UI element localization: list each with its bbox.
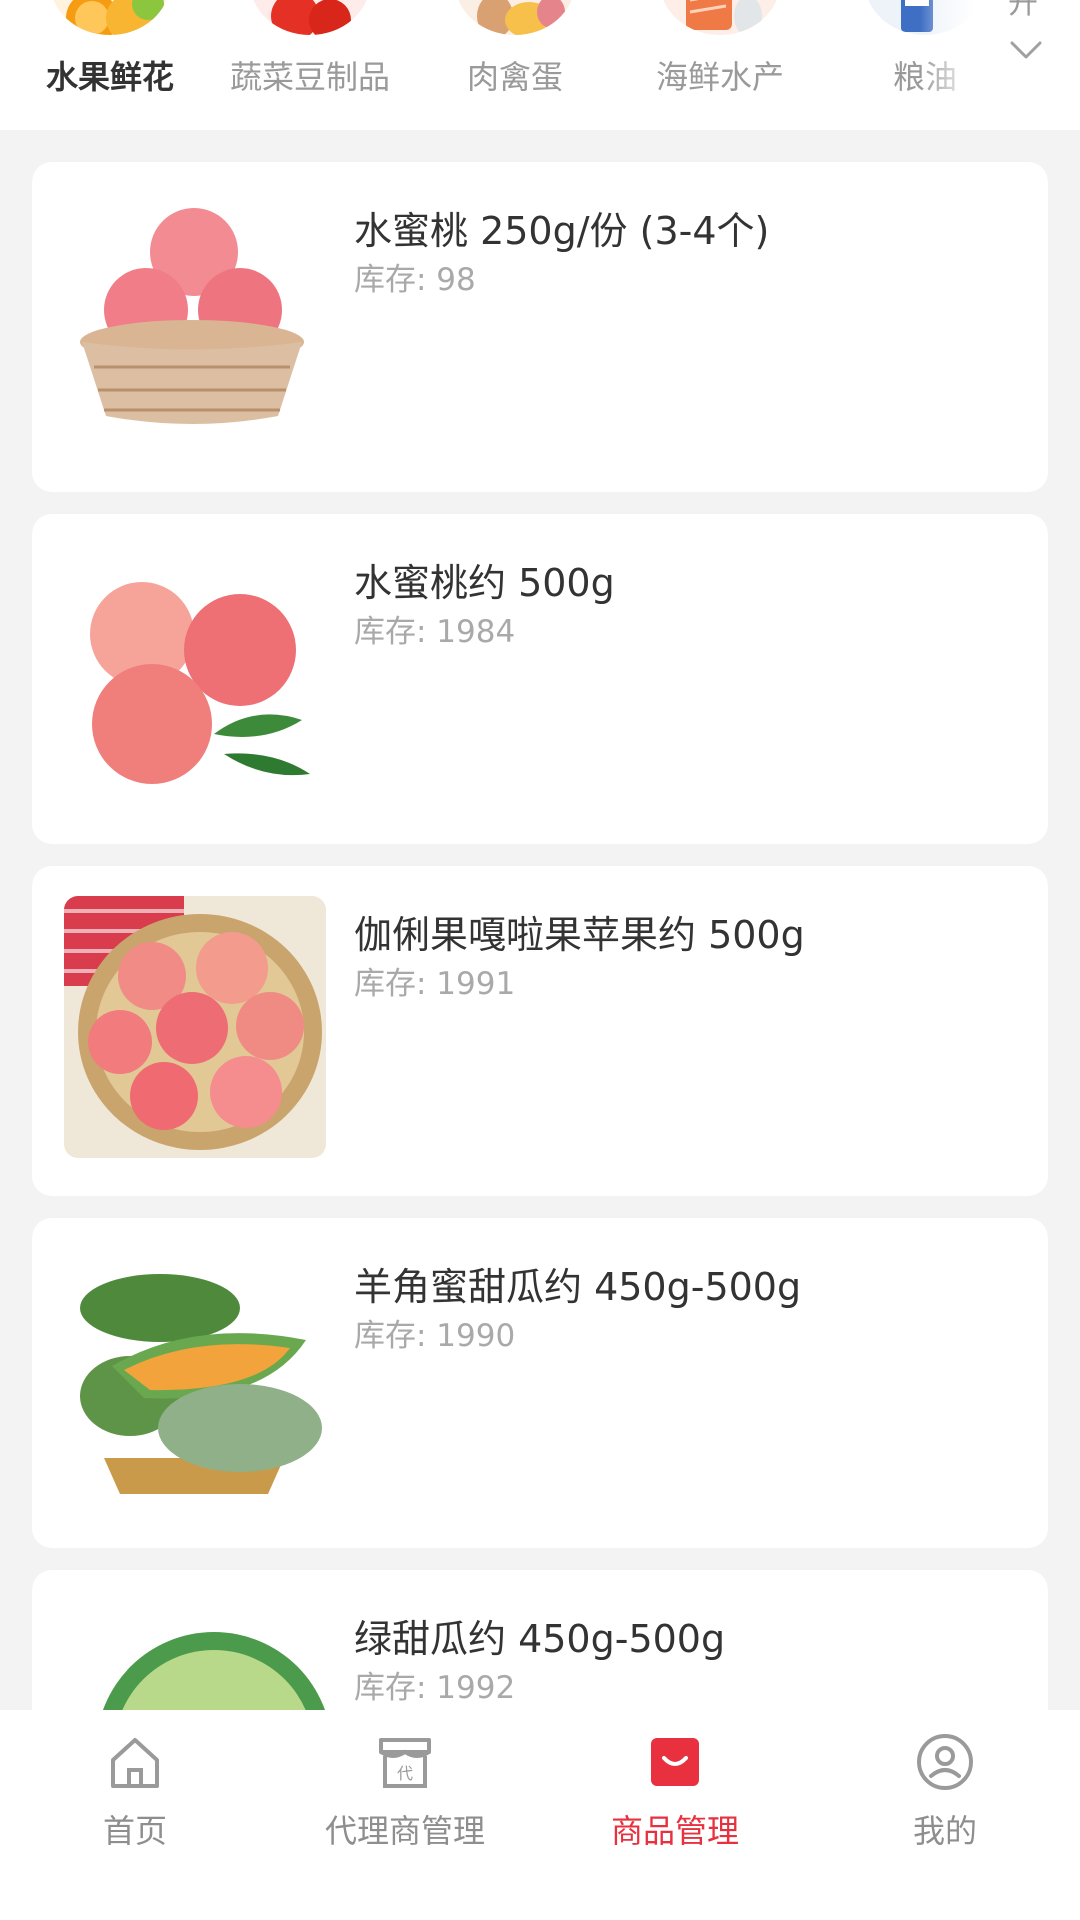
seafood-thumbnail <box>660 0 780 35</box>
category-vegetable-tofu[interactable]: 蔬菜豆制品 <box>210 0 410 130</box>
tab-label: 首页 <box>102 1812 167 1850</box>
product-stock: 库存: 1992 <box>354 1670 516 1706</box>
category-label: 肉禽蛋 <box>466 58 563 96</box>
user-icon <box>917 1734 973 1790</box>
tab-product-management[interactable]: 商品管理 <box>540 1710 810 1920</box>
green-melon-image <box>64 1600 326 1710</box>
home-icon <box>111 1738 159 1788</box>
product-stock: 库存: 1991 <box>354 966 516 1002</box>
product-title: 水蜜桃 250g/份 (3-4个) <box>354 209 770 253</box>
tab-home[interactable]: 首页 <box>0 1710 270 1920</box>
product-card[interactable]: 伽俐果嘎啦果苹果约 500g 库存: 1991 <box>32 866 1048 1196</box>
svg-text:代: 代 <box>397 1764 413 1783</box>
agent-store-icon: 代 <box>379 1738 431 1788</box>
peach-basket-image <box>64 192 326 454</box>
category-fade <box>920 0 1000 130</box>
category-seafood[interactable]: 海鲜水产 <box>620 0 820 130</box>
product-card[interactable]: 水蜜桃约 500g 库存: 1984 <box>32 514 1048 844</box>
product-title: 水蜜桃约 500g <box>354 561 615 605</box>
vegetable-thumbnail <box>250 0 370 35</box>
category-bar: 水果鲜花 蔬菜豆制品 肉禽蛋 海鲜水产 开 <box>0 0 1080 130</box>
tab-label: 我的 <box>912 1812 977 1850</box>
category-label: 海鲜水产 <box>655 58 784 96</box>
category-label: 蔬菜豆制品 <box>229 58 390 96</box>
meat-egg-thumbnail <box>455 0 575 35</box>
tab-label: 商品管理 <box>610 1812 739 1850</box>
product-list[interactable]: 水蜜桃 250g/份 (3-4个) 库存: 98 水蜜桃约 500g 库存: 1… <box>32 162 1048 1710</box>
product-stock: 库存: 1984 <box>354 614 516 650</box>
tab-agent-management[interactable]: 代 代理商管理 <box>270 1710 540 1920</box>
tab-mine[interactable]: 我的 <box>810 1710 1080 1920</box>
horn-melon-image <box>64 1248 326 1510</box>
fruit-thumbnail <box>50 0 170 35</box>
product-title: 伽俐果嘎啦果苹果约 500g <box>354 913 805 957</box>
product-card[interactable]: 绿甜瓜约 450g-500g 库存: 1992 <box>32 1570 1048 1710</box>
product-title: 羊角蜜甜瓜约 450g-500g <box>354 1265 802 1309</box>
product-title: 绿甜瓜约 450g-500g <box>354 1617 726 1661</box>
chevron-down-icon <box>1010 41 1042 59</box>
gala-apple-basket-image <box>64 896 326 1158</box>
bottom-tab-bar: 首页 代 代理商管理 商品管理 我的 <box>0 1710 1080 1920</box>
tab-label: 代理商管理 <box>324 1812 485 1850</box>
product-card[interactable]: 水蜜桃 250g/份 (3-4个) 库存: 98 <box>32 162 1048 492</box>
product-card[interactable]: 羊角蜜甜瓜约 450g-500g 库存: 1990 <box>32 1218 1048 1548</box>
shopping-bag-icon <box>651 1738 699 1786</box>
product-stock: 库存: 98 <box>354 262 476 298</box>
category-meat-poultry-egg[interactable]: 肉禽蛋 <box>415 0 615 130</box>
category-expand-label: 开 <box>1008 0 1038 21</box>
category-label: 水果鲜花 <box>45 58 174 96</box>
product-stock: 库存: 1990 <box>354 1318 516 1354</box>
category-fruit-flower[interactable]: 水果鲜花 <box>10 0 210 130</box>
app-screen: 水果鲜花 蔬菜豆制品 肉禽蛋 海鲜水产 开 水蜜桃 250g/份 (3-4个) … <box>0 0 1080 1920</box>
category-expand-button[interactable]: 开 <box>990 0 1060 130</box>
peaches-leaves-image <box>64 544 326 806</box>
